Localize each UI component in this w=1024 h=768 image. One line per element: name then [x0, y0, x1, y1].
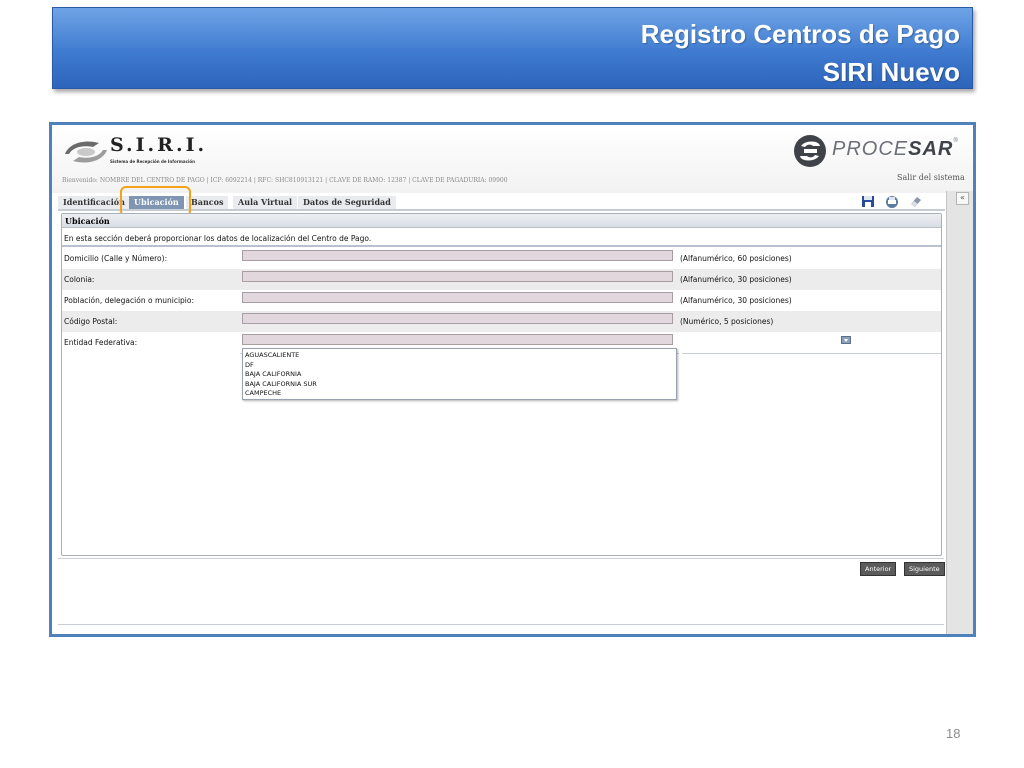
siguiente-button[interactable]: Siguiente	[904, 562, 945, 576]
tab-bar: Identificación Ubicación Bancos Aula Vir…	[58, 195, 945, 211]
collapse-panel-button[interactable]: «	[956, 192, 969, 205]
save-icon[interactable]	[861, 195, 875, 208]
slide-title-banner: Registro Centros de Pago SIRI Nuevo	[52, 7, 973, 89]
nav-separator	[58, 558, 944, 559]
tab-aula-virtual[interactable]: Aula Virtual	[233, 196, 298, 209]
procesar-logo-text: PROCESAR®	[832, 138, 959, 161]
field-hint-colonia: (Alfanumérico, 30 posiciones)	[680, 275, 792, 284]
field-label-codigo-postal: Código Postal:	[64, 317, 118, 326]
clear-eraser-icon[interactable]	[909, 195, 923, 208]
slide-title-line-2: SIRI Nuevo	[822, 57, 960, 87]
dropdown-option-baja-california-sur[interactable]: BAJA CALIFORNIA SUR	[243, 380, 676, 390]
panel-title: Ubicación	[62, 214, 941, 228]
page-number: 18	[946, 726, 961, 741]
form-row-domicilio: Domicilio (Calle y Número): (Alfanuméric…	[62, 248, 941, 269]
siri-logo-subtitle: Sistema de Recepción de Información	[110, 159, 195, 164]
procesar-logo-icon	[794, 135, 826, 167]
entidad-federativa-select[interactable]	[242, 334, 851, 345]
field-label-domicilio: Domicilio (Calle y Número):	[64, 254, 168, 263]
app-header: S.I.R.I. Sistema de Recepción de Informa…	[52, 125, 973, 193]
panel-description: En esta sección deberá proporcionar los …	[64, 234, 372, 243]
form-bottom-border-right	[682, 353, 941, 354]
siri-logo-icon	[65, 141, 107, 163]
print-icon[interactable]	[884, 195, 900, 208]
form-row-poblacion: Población, delegación o municipio: (Alfa…	[62, 290, 941, 311]
entidad-dropdown-list: AGUASCALIENTE DF BAJA CALIFORNIA BAJA CA…	[242, 348, 677, 400]
siri-app-window: S.I.R.I. Sistema de Recepción de Informa…	[52, 125, 973, 634]
poblacion-input[interactable]	[242, 292, 673, 303]
domicilio-input[interactable]	[242, 250, 673, 261]
procesar-registered-mark: ®	[953, 138, 959, 144]
procesar-brand-light: PROCE	[832, 138, 909, 160]
dropdown-option-baja-california[interactable]: BAJA CALIFORNIA	[243, 370, 676, 380]
field-label-poblacion: Población, delegación o municipio:	[64, 296, 195, 305]
dropdown-option-campeche[interactable]: CAMPECHE	[243, 389, 676, 399]
dropdown-arrow-icon[interactable]	[841, 336, 851, 344]
codigo-postal-input[interactable]	[242, 313, 673, 324]
field-hint-poblacion: (Alfanumérico, 30 posiciones)	[680, 296, 792, 305]
bottom-separator	[58, 624, 944, 625]
side-panel-rail	[946, 191, 973, 634]
anterior-button[interactable]: Anterior	[860, 562, 897, 576]
welcome-info-line: Bienvenido: NOMBRE DEL CENTRO DE PAGO | …	[62, 177, 508, 184]
field-hint-codigo-postal: (Numérico, 5 posiciones)	[680, 317, 774, 326]
tab-datos-de-seguridad[interactable]: Datos de Seguridad	[298, 196, 396, 209]
screenshot-frame: S.I.R.I. Sistema de Recepción de Informa…	[49, 122, 976, 637]
dropdown-option-aguascaliente[interactable]: AGUASCALIENTE	[243, 351, 676, 361]
slide-title-line-1: Registro Centros de Pago	[640, 19, 960, 49]
procesar-brand-bold: SAR	[908, 138, 954, 160]
form-row-colonia: Colonia: (Alfanumérico, 30 posiciones)	[62, 269, 941, 290]
form-area: Domicilio (Calle y Número): (Alfanuméric…	[62, 245, 941, 355]
field-label-colonia: Colonia:	[64, 275, 95, 284]
ubicacion-panel: Ubicación En esta sección deberá proporc…	[61, 213, 942, 556]
field-hint-domicilio: (Alfanumérico, 60 posiciones)	[680, 254, 792, 263]
form-row-codigo-postal: Código Postal: (Numérico, 5 posiciones)	[62, 311, 941, 332]
logout-link[interactable]: Salir del sistema	[897, 173, 965, 182]
field-label-entidad: Entidad Federativa:	[64, 338, 138, 347]
tab-bancos[interactable]: Bancos	[186, 196, 229, 209]
colonia-input[interactable]	[242, 271, 673, 282]
siri-logo-title: S.I.R.I.	[110, 134, 208, 156]
dropdown-option-df[interactable]: DF	[243, 361, 676, 371]
